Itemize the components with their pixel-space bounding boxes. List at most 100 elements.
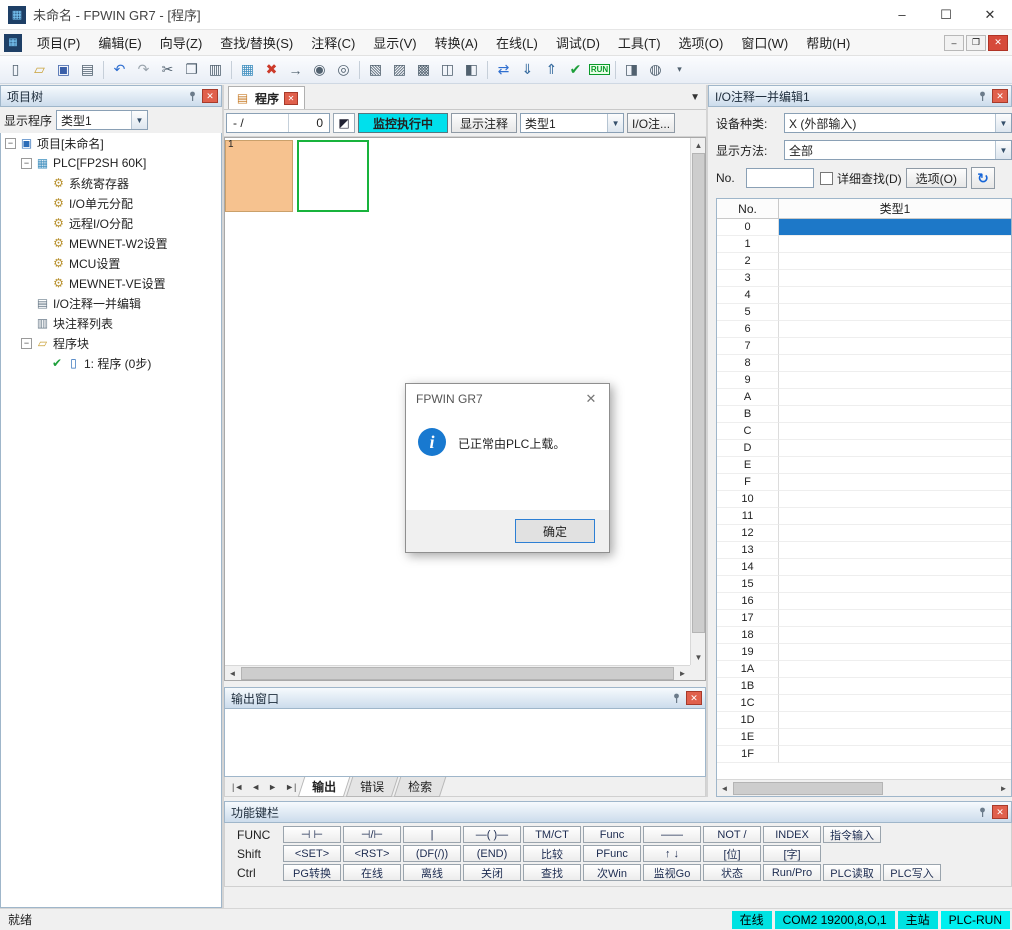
pin-icon[interactable] — [669, 691, 683, 705]
table-row[interactable]: 1F — [717, 746, 1011, 763]
new-file-icon[interactable]: ▯ — [4, 58, 27, 81]
table-row[interactable]: A — [717, 389, 1011, 406]
tab-errors[interactable]: 错误 — [346, 777, 399, 797]
child-restore-button[interactable]: ❐ — [966, 35, 986, 51]
comment-cell[interactable] — [779, 746, 1011, 763]
tree-item-mewnet-ve[interactable]: ⚙ MEWNET-VE设置 — [1, 273, 221, 293]
menu-item[interactable]: 编辑(E) — [89, 29, 150, 56]
menu-item[interactable]: 向导(Z) — [151, 29, 212, 56]
toolbar-overflow-icon[interactable]: ▾ — [668, 58, 691, 81]
table-row[interactable]: 4 — [717, 287, 1011, 304]
funckey-button[interactable]: INDEX — [763, 826, 821, 843]
run-mode-icon[interactable]: RUN — [588, 58, 611, 81]
funckey-button[interactable]: PFunc — [583, 845, 641, 862]
funckey-button[interactable]: 状态 — [703, 864, 761, 881]
comment-cell[interactable] — [779, 610, 1011, 627]
table-row[interactable]: 1A — [717, 661, 1011, 678]
tree-item-project[interactable]: − ▣ 项目[未命名] — [1, 133, 221, 153]
funckey-button[interactable]: PLC读取 — [823, 864, 881, 881]
tree-item-io-unit-alloc[interactable]: ⚙ I/O单元分配 — [1, 193, 221, 213]
table-row[interactable]: 11 — [717, 508, 1011, 525]
refresh-icon[interactable]: ↻ — [971, 167, 995, 189]
plc-write-icon[interactable]: ⇑ — [540, 58, 563, 81]
column-header-no[interactable]: No. — [717, 199, 779, 218]
table-row[interactable]: 1 — [717, 236, 1011, 253]
close-button[interactable]: ✕ — [968, 0, 1012, 30]
comment-cell[interactable] — [779, 457, 1011, 474]
scroll-left-icon[interactable]: ◄ — [225, 666, 240, 681]
menu-item[interactable]: 选项(O) — [670, 29, 733, 56]
pin-icon[interactable] — [185, 89, 199, 103]
comment-cell[interactable] — [779, 270, 1011, 287]
comment-cell[interactable] — [779, 389, 1011, 406]
comment-cell[interactable] — [779, 678, 1011, 695]
tab-close-icon[interactable]: ✕ — [284, 92, 298, 105]
table-row[interactable]: 7 — [717, 338, 1011, 355]
comment-cell[interactable] — [779, 321, 1011, 338]
comment-cell[interactable] — [779, 576, 1011, 593]
table-row[interactable]: 9 — [717, 372, 1011, 389]
funckey-button[interactable]: NOT / — [703, 826, 761, 843]
collapse-icon[interactable]: − — [21, 158, 32, 169]
time-chart-icon[interactable]: ◫ — [436, 58, 459, 81]
pin-icon[interactable] — [975, 89, 989, 103]
jump-icon[interactable]: → — [284, 58, 307, 81]
scrollbar-thumb[interactable] — [733, 782, 883, 795]
funckey-button[interactable]: 离线 — [403, 864, 461, 881]
open-folder-icon[interactable]: ▱ — [28, 58, 51, 81]
ladder-cursor-cell[interactable] — [297, 140, 369, 212]
menu-item[interactable]: 注释(C) — [302, 29, 364, 56]
tab-program[interactable]: ▤ 程序 ✕ — [228, 86, 305, 109]
funckey-button[interactable]: ↑ ↓ — [643, 845, 701, 862]
dialog-close-icon[interactable]: ✕ — [573, 384, 609, 414]
table-row[interactable]: 17 — [717, 610, 1011, 627]
tab-list-dropdown-icon[interactable]: ▼ — [690, 92, 700, 103]
redo-icon[interactable]: ↷ — [132, 58, 155, 81]
tree-item-remote-io-alloc[interactable]: ⚙ 远程I/O分配 — [1, 213, 221, 233]
last-tab-icon[interactable]: ►| — [282, 782, 299, 792]
table-row[interactable]: F — [717, 474, 1011, 491]
display-method-select[interactable]: 全部 ▼ — [784, 140, 1012, 160]
program-type-select[interactable]: 类型1 ▼ — [56, 110, 148, 130]
comment-cell[interactable] — [779, 712, 1011, 729]
funckey-button[interactable]: 次Win — [583, 864, 641, 881]
print-icon[interactable]: ▤ — [76, 58, 99, 81]
funckey-button[interactable]: ⊣/⊢ — [343, 826, 401, 843]
find-icon[interactable]: ◉ — [308, 58, 331, 81]
scrollbar-thumb[interactable] — [241, 667, 674, 680]
funckey-button[interactable]: —— — [643, 826, 701, 843]
replace-icon[interactable]: ▧ — [364, 58, 387, 81]
tree-item-system-registers[interactable]: ⚙ 系统寄存器 — [1, 173, 221, 193]
funckey-button[interactable]: PG转换 — [283, 864, 341, 881]
scroll-right-icon[interactable]: ► — [675, 666, 690, 681]
comment-cell[interactable] — [779, 508, 1011, 525]
tree-item-program-blocks[interactable]: − ▱ 程序块 — [1, 333, 221, 353]
trigger-monitor-icon[interactable]: ◧ — [460, 58, 483, 81]
funckey-button[interactable]: [位] — [703, 845, 761, 862]
funckey-button[interactable]: 在线 — [343, 864, 401, 881]
funckey-button[interactable]: 监视Go — [643, 864, 701, 881]
comment-cell[interactable] — [779, 525, 1011, 542]
comment-cell[interactable] — [779, 287, 1011, 304]
comment-cell[interactable] — [779, 338, 1011, 355]
table-row[interactable]: 8 — [717, 355, 1011, 372]
cut-icon[interactable]: ✂ — [156, 58, 179, 81]
ok-button[interactable]: 确定 — [515, 519, 595, 543]
tree-item-io-comment-edit[interactable]: ▤ I/O注释一并编辑 — [1, 293, 221, 313]
funckey-button[interactable]: (DF(/)) — [403, 845, 461, 862]
menu-item[interactable]: 查找/替换(S) — [211, 29, 302, 56]
ladder-selected-cell[interactable] — [225, 140, 293, 212]
table-row[interactable]: 6 — [717, 321, 1011, 338]
register-list-icon[interactable]: ▨ — [388, 58, 411, 81]
comment-type-select[interactable]: 类型1 ▼ — [520, 113, 624, 133]
comment-cell[interactable] — [779, 440, 1011, 457]
funckey-button[interactable]: <SET> — [283, 845, 341, 862]
comment-cell[interactable] — [779, 627, 1011, 644]
find-next-icon[interactable]: ◎ — [332, 58, 355, 81]
tree-item-mewnet-w2[interactable]: ⚙ MEWNET-W2设置 — [1, 233, 221, 253]
scrollbar-thumb[interactable] — [692, 153, 705, 633]
funckey-button[interactable]: 关闭 — [463, 864, 521, 881]
table-row[interactable]: 13 — [717, 542, 1011, 559]
menu-item[interactable]: 在线(L) — [487, 29, 547, 56]
table-row[interactable]: 10 — [717, 491, 1011, 508]
